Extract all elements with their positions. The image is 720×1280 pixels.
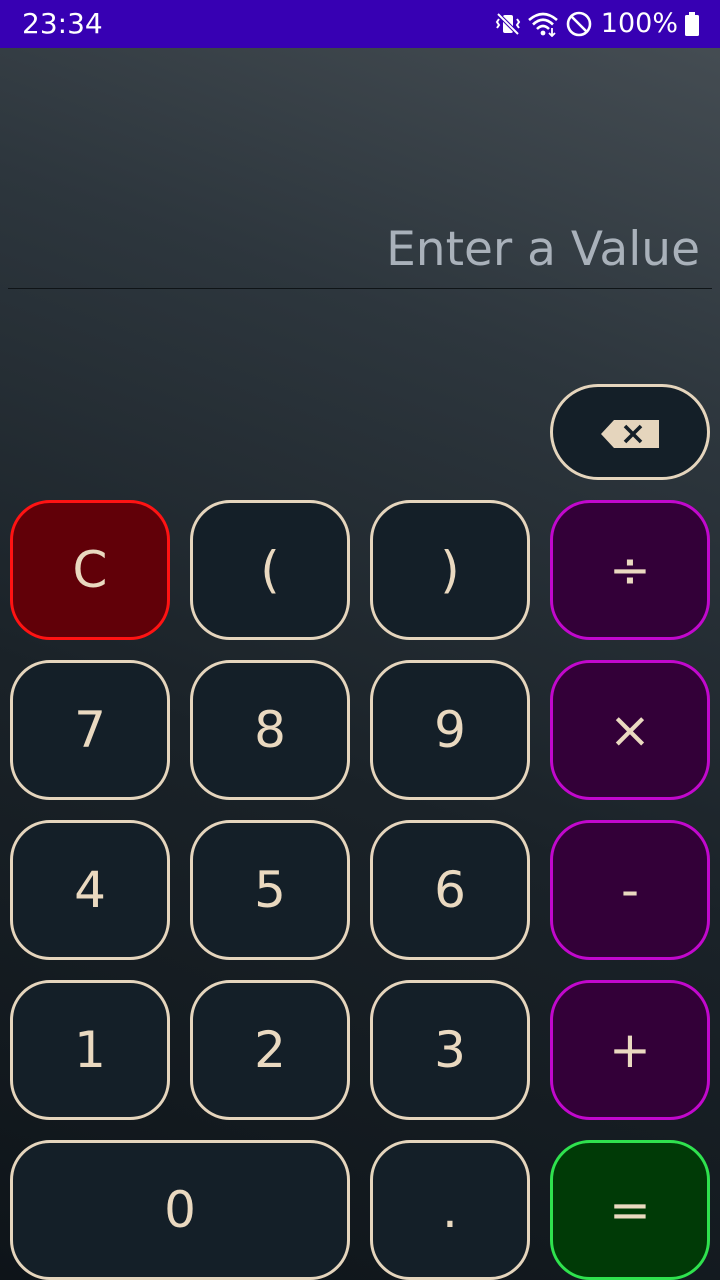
clear-label: C [72, 541, 108, 599]
add-button[interactable]: + [550, 980, 710, 1120]
digit-1-label: 1 [74, 1021, 106, 1079]
wifi-icon [527, 11, 559, 37]
digit-1-button[interactable]: 1 [10, 980, 170, 1120]
digit-6-button[interactable]: 6 [370, 820, 530, 960]
equals-button[interactable]: = [550, 1140, 710, 1280]
digit-9-label: 9 [434, 701, 466, 759]
digit-4-button[interactable]: 4 [10, 820, 170, 960]
divide-label: ÷ [609, 541, 651, 599]
digit-4-label: 4 [74, 861, 106, 919]
close-paren-label: ) [440, 541, 460, 599]
add-label: + [609, 1021, 651, 1079]
digit-3-button[interactable]: 3 [370, 980, 530, 1120]
status-time: 23:34 [22, 7, 103, 40]
digit-9-button[interactable]: 9 [370, 660, 530, 800]
multiply-label: × [609, 701, 651, 759]
close-paren-button[interactable]: ) [370, 500, 530, 640]
decimal-label: . [442, 1181, 458, 1239]
battery-percent: 100% [600, 8, 678, 39]
status-bar: 23:34 100% [0, 0, 720, 48]
digit-5-button[interactable]: 5 [190, 820, 350, 960]
expression-input[interactable]: Enter a Value [386, 222, 700, 278]
digit-6-label: 6 [434, 861, 466, 919]
divide-button[interactable]: ÷ [550, 500, 710, 640]
battery-icon [684, 11, 700, 37]
clear-button[interactable]: C [10, 500, 170, 640]
digit-0-button[interactable]: 0 [10, 1140, 350, 1280]
backspace-icon [599, 403, 661, 461]
digit-0-label: 0 [164, 1181, 196, 1239]
subtract-button[interactable]: - [550, 820, 710, 960]
equals-label: = [609, 1181, 651, 1239]
display-field[interactable]: Enter a Value [8, 200, 712, 289]
subtract-label: - [620, 861, 640, 919]
backspace-button[interactable] [550, 384, 710, 480]
digit-5-label: 5 [254, 861, 286, 919]
open-paren-button[interactable]: ( [190, 500, 350, 640]
digit-7-button[interactable]: 7 [10, 660, 170, 800]
digit-8-button[interactable]: 8 [190, 660, 350, 800]
do-not-disturb-icon [565, 10, 593, 38]
vibrate-mute-icon [495, 11, 521, 37]
open-paren-label: ( [260, 541, 280, 599]
digit-8-label: 8 [254, 701, 286, 759]
digit-3-label: 3 [434, 1021, 466, 1079]
digit-2-label: 2 [254, 1021, 286, 1079]
status-icons: 100% [495, 8, 700, 40]
decimal-button[interactable]: . [370, 1140, 530, 1280]
digit-7-label: 7 [74, 701, 106, 759]
multiply-button[interactable]: × [550, 660, 710, 800]
digit-2-button[interactable]: 2 [190, 980, 350, 1120]
